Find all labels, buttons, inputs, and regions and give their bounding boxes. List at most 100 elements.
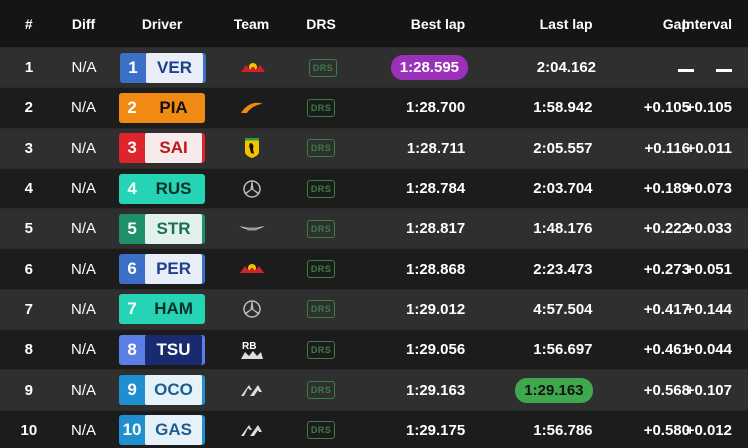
last-lap-cell: 2:05.557 [479,129,602,168]
last-lap-value: 1:29.163 [515,377,593,403]
drs-cell: DRS [292,249,350,288]
table-row[interactable]: 2 N/A 2 PIA DRS 1:28.700 1:58.942 +0.105… [0,87,748,128]
interval-value: +0.144 [685,300,732,318]
svg-text:RB: RB [242,341,256,352]
gap-cell: +0.273 [603,249,694,288]
table-row[interactable]: 4 N/A 4 RUS DRS 1:28.784 2:03.704 +0.189… [0,167,748,209]
interval-cell: +0.105 [686,88,748,127]
driver-number: 2 [119,92,146,123]
driver-tag[interactable]: 5 STR [119,213,206,244]
driver-tag[interactable]: 8 TSU [119,334,206,365]
header-drs[interactable]: DRS [292,0,350,47]
header-position[interactable]: # [0,0,58,47]
table-row[interactable]: 1 N/A 1 VER DRS 1:28.595 2:04.162 [0,47,748,88]
driver-tag[interactable]: 6 PER [119,254,206,285]
diff-cell: N/A [70,300,96,318]
team-cell [211,129,293,168]
interval-value: +0.051 [685,260,732,278]
gap-value: +0.580 [643,421,690,439]
position-cell: 3 [24,139,33,157]
last-lap-value: 1:56.786 [533,421,593,439]
drs-cell: DRS [292,209,350,248]
gap-value [678,59,694,76]
interval-value: +0.105 [685,99,732,117]
driver-code: STR [145,213,203,244]
gap-value: +0.568 [643,381,690,399]
position-cell: 9 [24,381,33,399]
driver-code: PER [145,254,203,285]
diff-cell: N/A [70,180,96,198]
timing-table: # Diff Driver Team DRS Best lap Last lap… [0,0,748,448]
gap-dash [678,69,694,73]
table-row[interactable]: 3 N/A 3 SAI DRS 1:28.711 2:05.557 +0.116… [0,127,748,168]
red-bull-icon [239,257,265,281]
table-row[interactable]: 6 N/A 6 PER DRS 1:28.868 2:23.473 +0.273… [0,248,748,289]
header-gap[interactable]: Gap [603,0,694,47]
drs-badge: DRS [306,98,336,117]
best-lap-cell: 1:28.595 [352,48,482,87]
driver-tag[interactable]: 10 GAS [119,415,206,446]
table-row[interactable]: 7 N/A 7 HAM DRS 1:29.012 4:57.504 +0.417… [0,288,748,330]
gap-cell: +0.568 [603,370,694,409]
ferrari-icon [244,136,260,160]
gap-value: +0.273 [643,260,690,278]
drs-cell: DRS [292,370,350,409]
aston-martin-icon [238,217,266,241]
interval-value: +0.012 [685,421,732,439]
table-body: 1 N/A 1 VER DRS 1:28.595 2:04.162 2 N/A [0,47,748,448]
interval-value: +0.073 [685,180,732,198]
diff-cell: N/A [70,341,96,359]
best-lap-cell: 1:29.056 [350,330,479,369]
last-lap-value: 1:56.697 [533,341,593,359]
last-lap-cell: 1:48.176 [479,209,602,248]
gap-cell: +0.116 [603,129,694,168]
driver-tag[interactable]: 3 SAI [119,133,206,164]
mclaren-icon [239,96,265,120]
table-row[interactable]: 10 N/A 10 GAS DRS 1:29.175 1:56.786 +0.5… [0,409,748,448]
diff-cell: N/A [70,260,96,278]
gap-value: +0.189 [643,180,690,198]
driver-tag[interactable]: 1 VER [120,52,206,83]
position-cell: 10 [20,421,38,439]
driver-code: SAI [145,133,203,164]
table-row[interactable]: 8 N/A 8 TSU RB DRS 1:29.056 1:56.697 +0.… [0,329,748,370]
driver-tag[interactable]: 2 PIA [119,92,206,123]
alpine-icon [240,418,264,442]
team-cell [211,249,293,288]
best-lap-cell: 1:28.784 [350,169,479,208]
header-interval[interactable]: Interval [682,0,748,47]
header-team[interactable]: Team [211,0,293,47]
diff-cell: N/A [71,59,97,77]
table-header: # Diff Driver Team DRS Best lap Last lap… [0,0,748,47]
driver-tag[interactable]: 7 HAM [119,294,206,325]
last-lap-value: 1:58.942 [533,99,593,117]
driver-tag[interactable]: 4 RUS [119,173,206,204]
header-last-lap[interactable]: Last lap [479,0,602,47]
best-lap-cell: 1:29.163 [350,370,479,409]
driver-cell: 10 GAS [113,411,210,448]
best-lap-cell: 1:28.868 [350,249,479,288]
table-row[interactable]: 9 N/A 9 OCO DRS 1:29.163 1:29.163 +0.568… [0,369,748,410]
drs-badge: DRS [306,300,336,319]
diff-cell: N/A [70,99,96,117]
driver-code: RUS [145,173,203,204]
diff-cell: N/A [70,421,96,439]
header-best-lap[interactable]: Best lap [350,0,479,47]
table-row[interactable]: 5 N/A 5 STR DRS 1:28.817 1:48.176 +0.222… [0,208,748,249]
driver-code: VER [146,52,203,83]
best-lap-value: 1:28.817 [405,220,466,238]
interval-dash [716,69,732,73]
driver-cell: 1 VER [114,48,212,87]
header-driver[interactable]: Driver [113,0,210,47]
header-diff[interactable]: Diff [58,0,110,47]
interval-cell: +0.144 [686,290,748,329]
team-cell [211,169,293,208]
last-lap-value: 1:48.176 [533,220,593,238]
interval-cell: +0.073 [686,169,748,208]
driver-cell: 7 HAM [113,290,210,329]
best-lap-value: 1:28.595 [390,55,468,81]
team-cell [211,290,293,329]
driver-tag[interactable]: 9 OCO [119,375,206,406]
last-lap-cell: 2:04.162 [482,48,606,87]
interval-value: +0.033 [685,220,732,238]
